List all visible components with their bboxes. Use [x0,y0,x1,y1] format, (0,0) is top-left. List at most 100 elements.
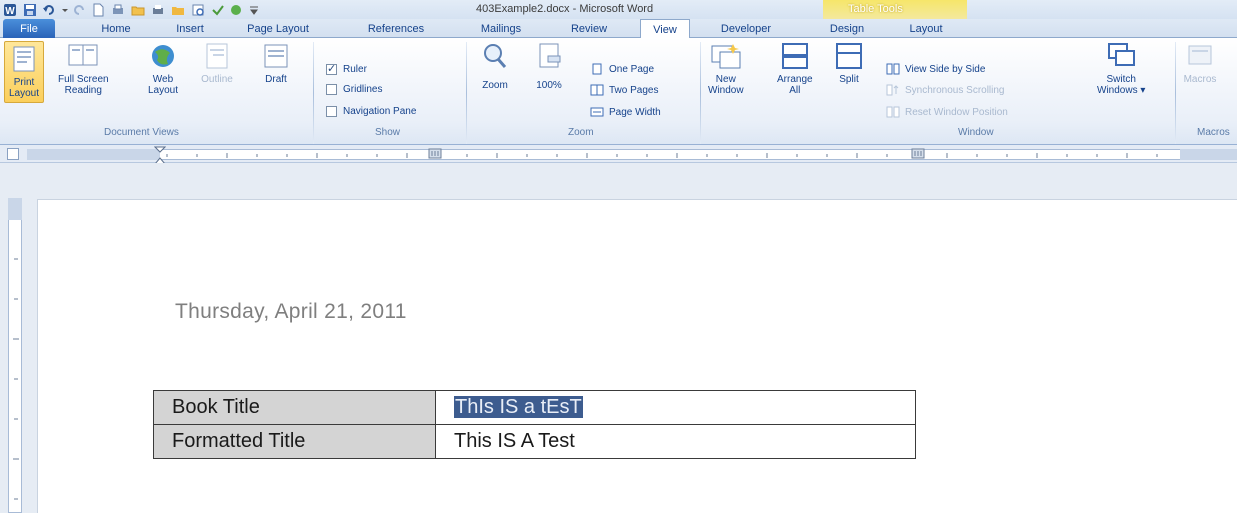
zoom-group-label: Zoom [568,127,594,138]
outline-icon [200,41,234,71]
svg-text:W: W [5,6,15,17]
open-folder-icon[interactable] [130,2,145,17]
print-layout-button[interactable]: Print Layout [4,41,44,103]
two-pages-icon [590,84,604,96]
group-separator [313,42,314,144]
table-cell-value[interactable]: This IS A Test [435,424,916,459]
switch-windows-icon [1104,41,1138,71]
gridlines-label: Gridlines [343,84,383,95]
group-separator [466,42,467,144]
spelling-icon[interactable] [210,2,225,17]
split-label: Split [839,74,859,85]
page-width-button[interactable]: Page Width [590,106,661,118]
one-page-button[interactable]: One Page [590,63,654,75]
tab-selector[interactable] [7,148,19,160]
side-by-side-icon [886,63,900,75]
page-width-label: Page Width [609,106,661,118]
table-cell-label[interactable]: Formatted Title [153,424,436,459]
group-separator [700,42,701,144]
document-date[interactable]: Thursday, April 21, 2011 [175,300,407,324]
tab-design[interactable]: Design [821,19,873,38]
full-screen-reading-button[interactable]: Full Screen Reading [58,41,109,96]
new-window-label-2: Window [708,85,744,96]
new-window-button[interactable]: New Window [708,41,744,96]
tab-insert[interactable]: Insert [168,19,212,38]
sync-scroll-icon [886,84,899,96]
reset-window-position-button[interactable]: Reset Window Position [886,106,1008,118]
navigation-pane-label: Navigation Pane [343,106,417,117]
one-page-icon [592,63,602,75]
tab-layout[interactable]: Layout [902,19,950,38]
undo-dropdown-icon[interactable] [57,2,72,17]
zoom-100-button[interactable]: 100% [532,41,566,91]
reset-window-icon [886,106,900,118]
one-page-label: One Page [609,63,655,75]
draft-button[interactable]: Draft [259,41,293,85]
view-side-by-side-button[interactable]: View Side by Side [886,63,985,75]
tab-view[interactable]: View [640,19,690,39]
page-width-icon [590,107,604,117]
zoom-button[interactable]: Zoom [478,41,512,91]
selected-text[interactable]: ThIs IS a tEsT [454,396,583,418]
full-screen-label-2: Reading [64,85,102,96]
split-button[interactable]: Split [832,41,866,85]
print-layout-icon [7,44,41,74]
document-views-group-label: Document Views [104,127,179,138]
new-document-icon[interactable] [90,2,105,17]
print-layout-label-2: Layout [8,88,40,99]
table-row[interactable]: Formatted Title This IS A Test [153,424,916,459]
preview-icon[interactable] [190,2,205,17]
two-pages-button[interactable]: Two Pages [590,84,658,96]
outline-button[interactable]: Outline [200,41,234,85]
switch-windows-button[interactable]: Switch Windows ▾ [1097,41,1145,96]
table-cell-label[interactable]: Book Title [153,390,436,425]
table-row[interactable]: Book Title ThIs IS a tEsT [153,390,916,425]
web-layout-button[interactable]: Web Layout [146,41,180,96]
arrange-all-label-1: Arrange [777,74,813,85]
switch-windows-label-2: Windows ▾ [1097,85,1146,96]
gridlines-check-icon [326,84,337,95]
macros-button[interactable]: Macros [1183,41,1217,85]
tab-file[interactable]: File [3,19,55,38]
ruler-check-icon [326,62,337,75]
column-marker-icon[interactable] [428,147,442,161]
ruler-checkbox[interactable]: Ruler [326,62,367,75]
tab-mailings[interactable]: Mailings [473,19,529,38]
print-preview-icon[interactable] [110,2,125,17]
web-layout-icon [146,41,180,71]
refresh-icon[interactable] [228,2,243,17]
navigation-pane-checkbox[interactable]: Navigation Pane [326,106,416,117]
document-page[interactable] [37,199,1237,513]
customize-toolbar-icon[interactable] [246,2,261,17]
formatted-title-label: Formatted Title [172,430,306,452]
tab-developer[interactable]: Developer [707,19,785,38]
redo-icon[interactable] [71,2,86,17]
arrange-all-button[interactable]: Arrange All [777,41,813,96]
undo-icon[interactable] [41,2,56,17]
vertical-ruler[interactable] [8,198,22,513]
save-icon[interactable] [22,2,37,17]
synchronous-scrolling-button[interactable]: Synchronous Scrolling [886,84,1005,96]
book-title-label: Book Title [172,396,260,418]
web-layout-label-2: Layout [147,85,179,96]
folder-icon[interactable] [170,2,185,17]
navigation-check-icon [326,106,337,117]
split-icon [832,41,866,71]
new-window-label-1: New [715,74,736,85]
column-marker-icon[interactable] [911,147,925,161]
tab-page-layout[interactable]: Page Layout [241,19,315,38]
table-cell-value[interactable]: ThIs IS a tEsT [435,390,916,425]
reset-window-position-label: Reset Window Position [905,106,1008,118]
gridlines-checkbox[interactable]: Gridlines [326,84,382,95]
quick-print-icon[interactable] [150,2,165,17]
horizontal-ruler[interactable] [27,149,1237,160]
document-table[interactable]: Book Title ThIs IS a tEsT Formatted Titl… [153,390,916,459]
group-separator [1175,42,1176,144]
two-pages-label: Two Pages [609,84,659,96]
synchronous-scrolling-label: Synchronous Scrolling [905,84,1005,96]
tab-home[interactable]: Home [92,19,140,38]
tab-references[interactable]: References [354,19,438,38]
show-group-label: Show [375,127,401,138]
tab-review[interactable]: Review [564,19,614,38]
word-logo-icon[interactable]: W [2,2,17,17]
